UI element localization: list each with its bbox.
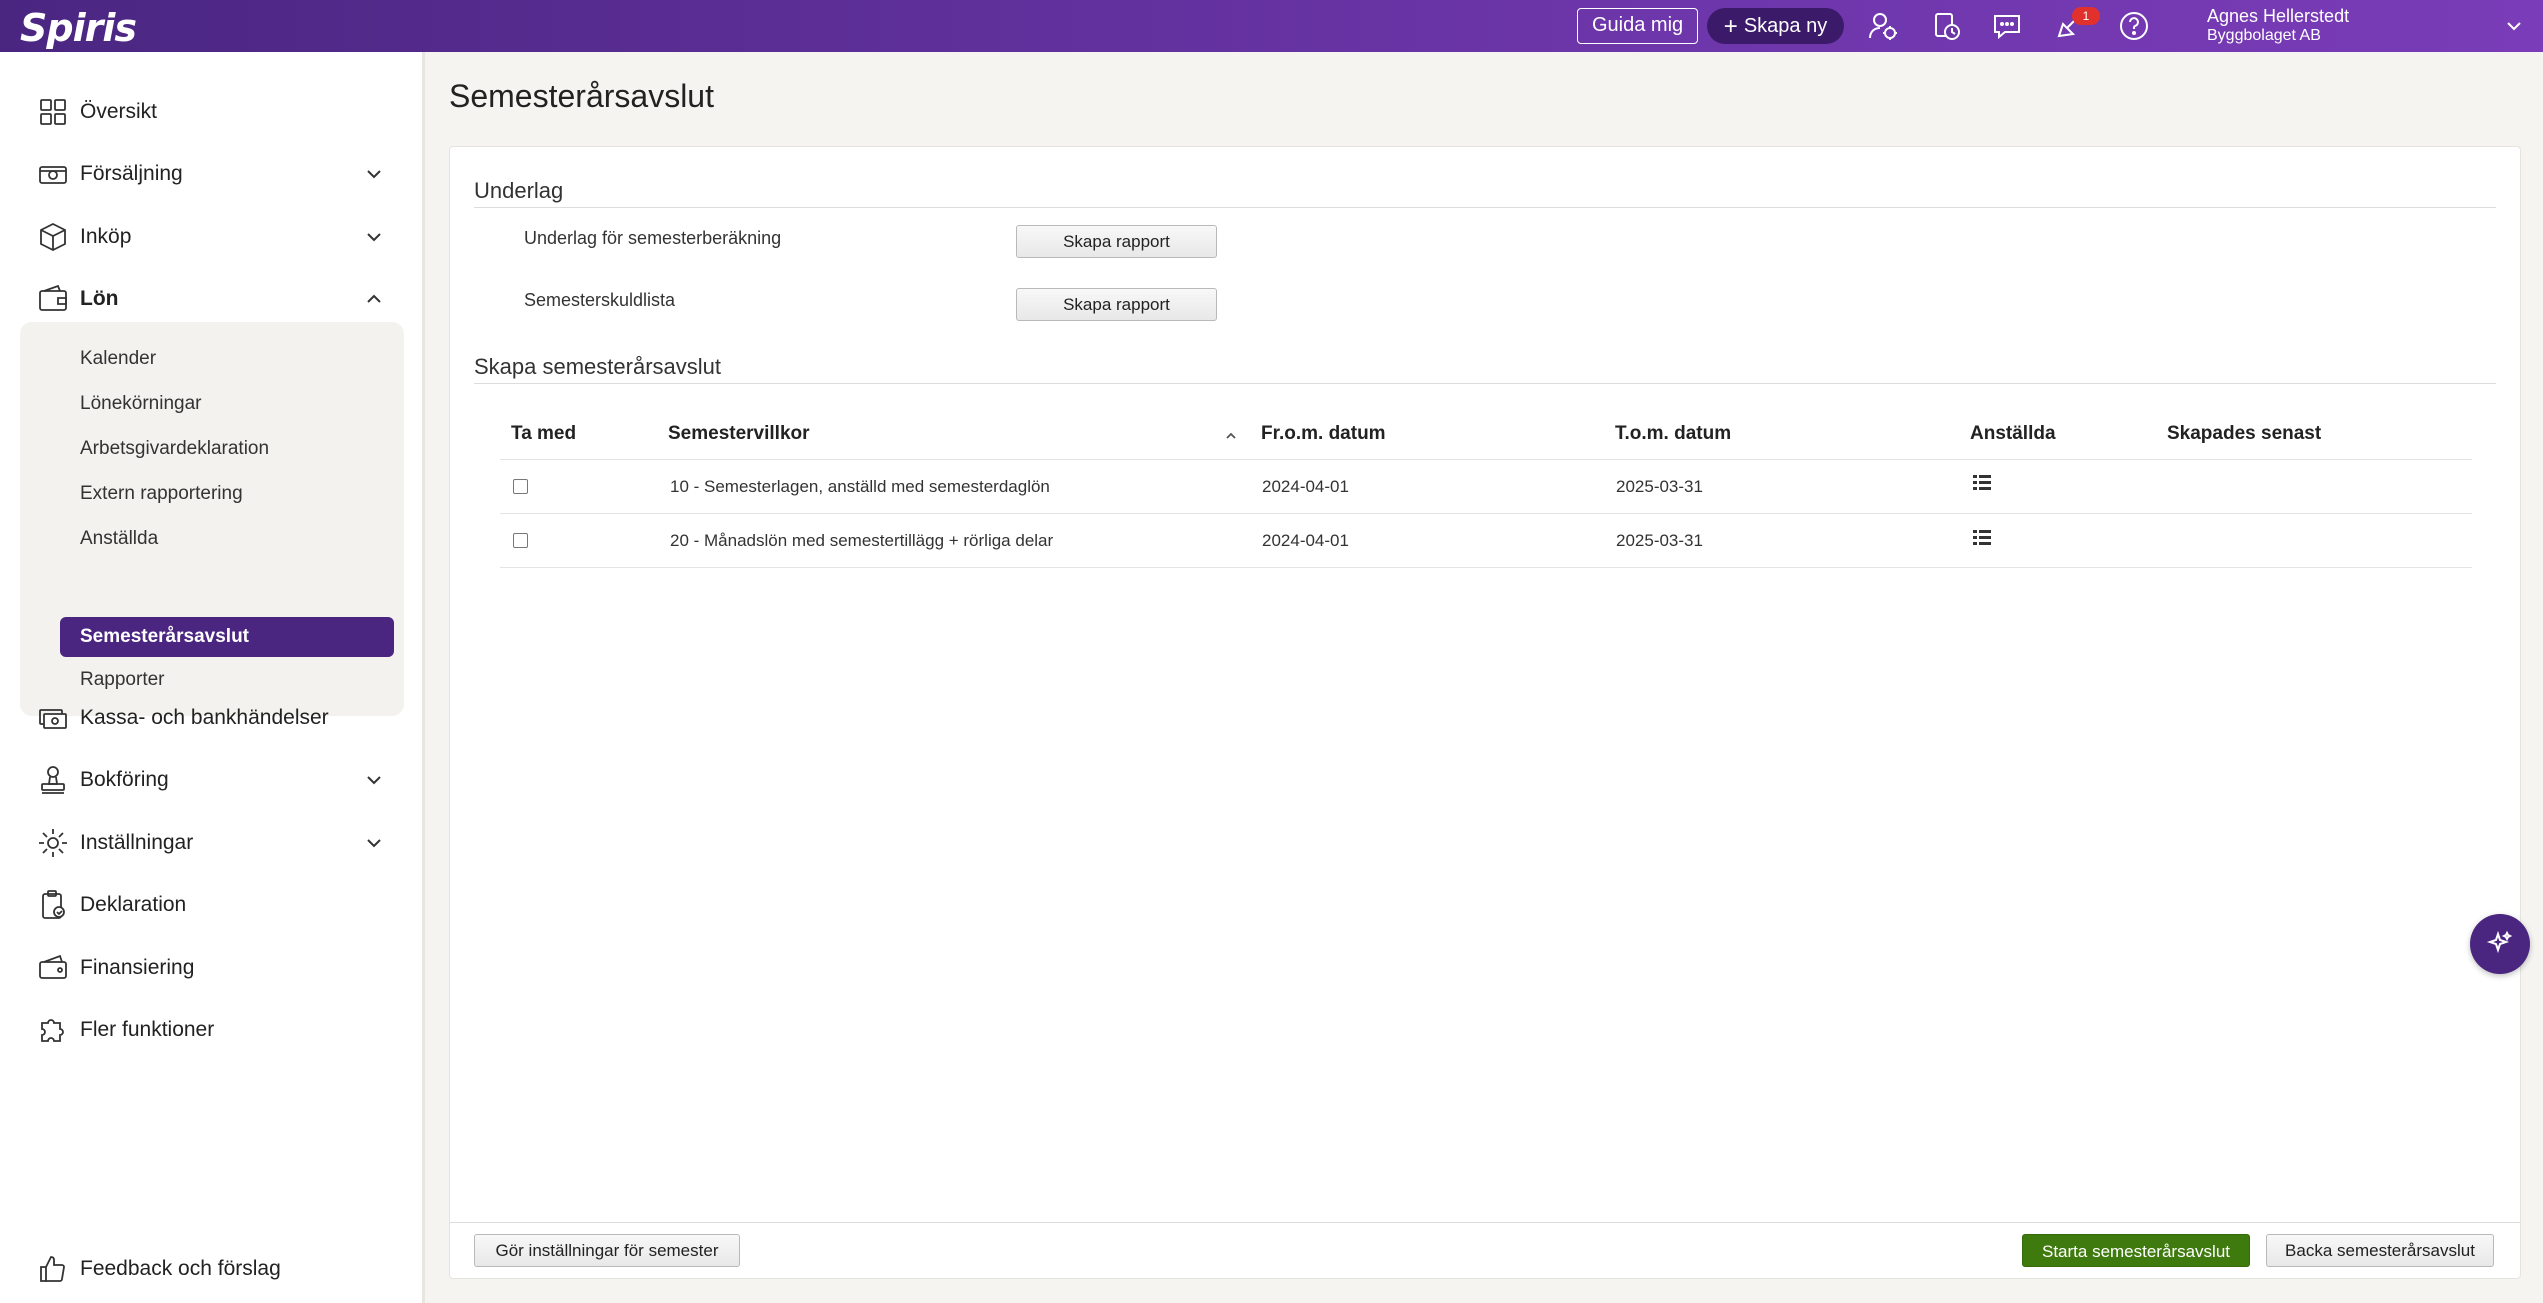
sidebar-subitem-arbetsgivardeklaration[interactable]: Arbetsgivardeklaration [80, 431, 269, 467]
sidebar-subitem-semesterarsavslut[interactable]: Semesterårsavslut [60, 617, 394, 657]
stamp-icon [36, 763, 70, 797]
sidebar-item-label: Finansiering [80, 956, 195, 979]
money-icon [36, 701, 70, 735]
thumbs-up-icon [36, 1252, 70, 1286]
create-section-title: Skapa semesterårsavslut [474, 354, 721, 379]
sidebar-subitem-label: Semesterårsavslut [80, 626, 249, 647]
underlag-section-title: Underlag [474, 178, 564, 203]
clipboard-icon [36, 888, 70, 922]
chevron-down-icon[interactable] [362, 162, 386, 186]
chevron-up-icon[interactable] [362, 287, 386, 311]
top-bar: Spiris Guida mig + Skapa ny 1 Agnes Helle… [0, 0, 2543, 52]
sidebar-item-label: Kassa- och bankhändelser [80, 706, 329, 729]
sidebar-item-installningar[interactable]: Inställningar [36, 823, 386, 863]
column-header-skapades-senast[interactable]: Skapades senast [2167, 423, 2321, 445]
include-checkbox[interactable] [513, 533, 528, 548]
page-title: Semesterårsavslut [449, 78, 714, 114]
start-semesterarsavslut-button[interactable]: Starta semesterårsavslut [2022, 1234, 2250, 1267]
sidebar-item-label: Fler funktioner [80, 1018, 215, 1041]
chevron-down-icon[interactable] [362, 768, 386, 792]
user-settings-icon[interactable] [1867, 10, 1899, 42]
table-divider [500, 513, 2472, 514]
cash-register-icon [36, 157, 70, 191]
divider [474, 207, 2496, 208]
chat-icon[interactable] [1991, 10, 2023, 42]
sidebar-item-kassa[interactable]: Kassa- och bankhändelser [36, 698, 386, 738]
sidebar-subitem-anstallda[interactable]: Anställda [80, 521, 158, 557]
column-header-from-date[interactable]: Fr.o.m. datum [1261, 423, 1386, 445]
sidebar-subitem-kalender[interactable]: Kalender [80, 341, 156, 377]
table-divider [500, 567, 2472, 568]
sidebar-item-label: Lön [80, 287, 119, 310]
content-card [449, 146, 2521, 1279]
sidebar-item-forsaljning[interactable]: Försäljning [36, 154, 386, 194]
include-checkbox[interactable] [513, 479, 528, 494]
grid-icon [36, 95, 70, 129]
sidebar-item-label: Deklaration [80, 893, 187, 916]
sidebar-item-label: Inställningar [80, 831, 194, 854]
box-icon [36, 220, 70, 254]
sidebar-item-label: Försäljning [80, 162, 183, 185]
sidebar-item-feedback[interactable]: Feedback och förslag [36, 1249, 386, 1289]
sidebar-item-finansiering[interactable]: Finansiering [36, 948, 386, 988]
create-report-button[interactable]: Skapa rapport [1016, 288, 1217, 321]
sparkle-icon [2486, 930, 2513, 954]
sort-ascending-icon[interactable] [1222, 427, 1240, 445]
puzzle-icon [36, 1013, 70, 1047]
column-header-anstallda[interactable]: Anställda [1970, 423, 2056, 445]
sidebar-item-inkop[interactable]: Inköp [36, 217, 386, 257]
undo-semesterarsavslut-button[interactable]: Backa semesterårsavslut [2266, 1234, 2494, 1267]
feedback-label: Feedback och förslag [80, 1257, 281, 1280]
plus-icon: + [1723, 13, 1738, 40]
chevron-down-icon[interactable] [362, 225, 386, 249]
semestervillkor-cell: 10 - Semesterlagen, anställd med semeste… [670, 477, 1050, 496]
notification-badge: 1 [2072, 7, 2100, 25]
sidebar: Översikt Försäljning Inköp Lön Kalender … [0, 52, 425, 1303]
sidebar-item-oversikt[interactable]: Översikt [36, 92, 386, 132]
to-date-cell: 2025-03-31 [1616, 477, 1703, 496]
to-date-cell: 2025-03-31 [1616, 531, 1703, 550]
sidebar-subitem-extern-rapportering[interactable]: Extern rapportering [80, 476, 243, 512]
semesterskuld-row-label: Semesterskuldlista [524, 290, 676, 310]
finance-icon [36, 951, 70, 985]
employee-list-icon[interactable] [1971, 472, 1993, 494]
spiris-logo[interactable]: Spiris [20, 6, 137, 50]
semester-settings-button[interactable]: Gör inställningar för semester [474, 1234, 740, 1267]
chevron-down-icon[interactable] [2502, 14, 2526, 38]
help-icon[interactable] [2118, 10, 2150, 42]
table-divider [500, 459, 2472, 460]
column-header-semestervillkor[interactable]: Semestervillkor [668, 423, 810, 445]
create-new-label: Skapa ny [1743, 15, 1828, 37]
create-report-button[interactable]: Skapa rapport [1016, 225, 1217, 258]
chevron-down-icon[interactable] [362, 831, 386, 855]
sidebar-item-lon[interactable]: Lön [36, 279, 386, 319]
from-date-cell: 2024-04-01 [1262, 477, 1349, 496]
employee-list-icon[interactable] [1971, 527, 1993, 549]
sidebar-item-fler-funktioner[interactable]: Fler funktioner [36, 1010, 386, 1050]
create-new-button[interactable]: + Skapa ny [1707, 8, 1844, 44]
column-header-to-date[interactable]: T.o.m. datum [1615, 423, 1731, 445]
company-name[interactable]: Byggbolaget AB [2207, 27, 2321, 45]
gear-icon [36, 826, 70, 860]
wallet-icon [36, 282, 70, 316]
sidebar-item-label: Inköp [80, 225, 132, 248]
guide-me-button[interactable]: Guida mig [1577, 8, 1699, 44]
footer-divider [450, 1222, 2520, 1223]
divider [474, 383, 2496, 384]
sidebar-item-bokforing[interactable]: Bokföring [36, 760, 386, 800]
sidebar-item-label: Bokföring [80, 768, 169, 791]
column-header-ta-med[interactable]: Ta med [511, 423, 576, 445]
from-date-cell: 2024-04-01 [1262, 531, 1349, 550]
history-icon[interactable] [1930, 10, 1962, 42]
sidebar-subitem-rapporter[interactable]: Rapporter [80, 662, 165, 698]
sidebar-subitem-lonekorningar[interactable]: Lönekörningar [80, 386, 201, 422]
sidebar-item-label: Översikt [80, 100, 158, 123]
ai-assistant-button[interactable] [2470, 914, 2530, 974]
sidebar-item-deklaration[interactable]: Deklaration [36, 885, 386, 925]
semestervillkor-cell: 20 - Månadslön med semestertillägg + rör… [670, 531, 1054, 550]
underlag-row-label: Underlag för semesterberäkning [524, 228, 782, 248]
user-name[interactable]: Agnes Hellerstedt [2207, 6, 2349, 27]
